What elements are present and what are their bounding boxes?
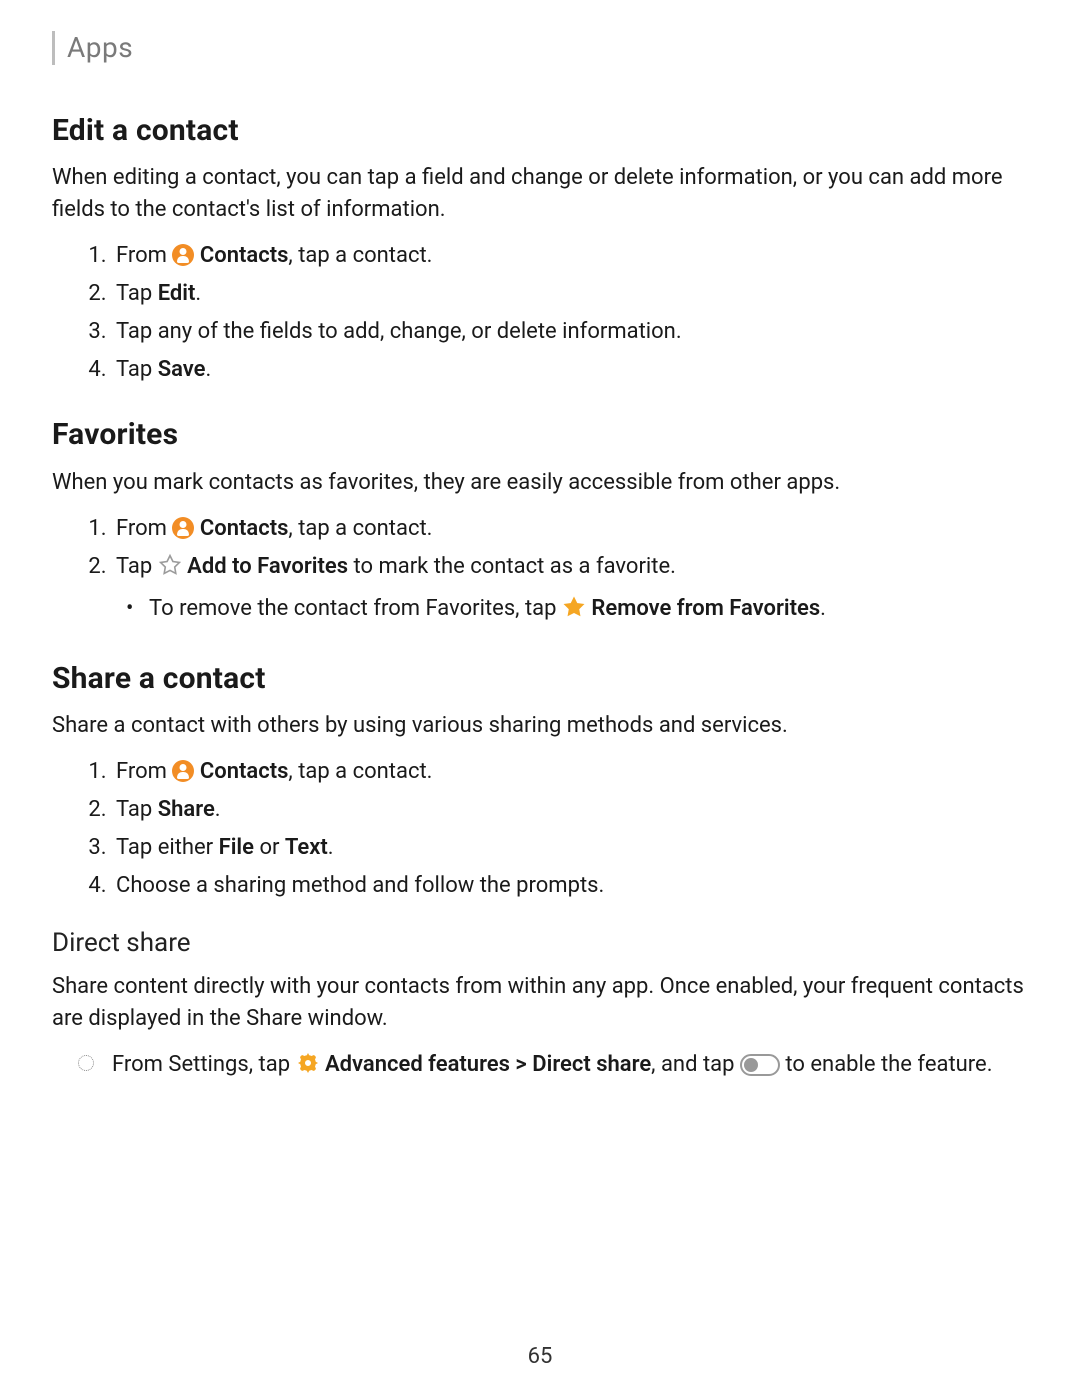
step-bold: Contacts — [200, 516, 289, 541]
direct-share-steps: From Settings, tap Advanced features > D… — [52, 1049, 1028, 1085]
step-text: . — [206, 357, 212, 382]
step-text: , tap a contact. — [288, 243, 432, 268]
step-bold: Share — [158, 797, 215, 822]
edit-contact-intro: When editing a contact, you can tap a fi… — [52, 162, 1028, 226]
step-text: Tap — [116, 357, 158, 382]
page-number: 65 — [0, 1341, 1080, 1373]
step-bold: Remove from Favorites — [591, 596, 820, 621]
step-text: From — [116, 516, 172, 541]
step-text: . — [328, 835, 334, 860]
step-bold: Advanced features — [325, 1052, 510, 1077]
list-item: Tap either File or Text. — [112, 832, 1028, 864]
step-text: , and tap — [651, 1052, 740, 1077]
heading-share-contact: Share a contact — [52, 657, 1028, 701]
step-sep: > — [510, 1052, 532, 1077]
toggle-off-icon — [740, 1054, 780, 1076]
star-filled-icon — [562, 595, 586, 629]
list-item: From Contacts, tap a contact. — [112, 513, 1028, 545]
list-item: To remove the contact from Favorites, ta… — [144, 593, 1028, 629]
list-item: Tap Share. — [112, 794, 1028, 826]
favorites-steps: From Contacts, tap a contact. Tap Add to… — [52, 513, 1028, 629]
step-bold: Edit — [158, 281, 196, 306]
step-text: Tap — [116, 797, 158, 822]
heading-edit-contact: Edit a contact — [52, 109, 1028, 153]
step-text: To remove the contact from Favorites, ta… — [149, 596, 562, 621]
favorites-substeps: To remove the contact from Favorites, ta… — [116, 593, 1028, 629]
step-text: . — [195, 281, 201, 306]
step-text: Tap — [116, 554, 158, 579]
step-bold: File — [219, 835, 254, 860]
step-text: Tap any of the fields to add, change, or… — [116, 319, 682, 344]
breadcrumb-accent-bar — [52, 31, 55, 65]
contacts-icon — [172, 517, 194, 539]
step-text: to enable the feature. — [785, 1052, 992, 1077]
step-bold: Text — [285, 835, 328, 860]
step-text: Tap — [116, 281, 158, 306]
step-text: , tap a contact. — [288, 516, 432, 541]
step-text: Tap either — [116, 835, 219, 860]
list-item: Tap any of the fields to add, change, or… — [112, 316, 1028, 348]
step-bold: Direct share — [532, 1052, 651, 1077]
breadcrumb: Apps — [52, 28, 1028, 69]
step-text: . — [820, 596, 826, 621]
manual-page: Apps Edit a contact When editing a conta… — [0, 0, 1080, 1397]
list-item: Tap Add to Favorites to mark the contact… — [112, 551, 1028, 629]
list-item: From Settings, tap Advanced features > D… — [112, 1049, 1028, 1085]
step-text: or — [254, 835, 285, 860]
list-item: From Contacts, tap a contact. — [112, 240, 1028, 272]
step-text: Choose a sharing method and follow the p… — [116, 873, 604, 898]
dotted-circle-bullet-icon — [78, 1055, 94, 1071]
list-item: From Contacts, tap a contact. — [112, 756, 1028, 788]
step-text: , tap a contact. — [288, 759, 432, 784]
direct-share-intro: Share content directly with your contact… — [52, 971, 1028, 1035]
share-intro: Share a contact with others by using var… — [52, 710, 1028, 742]
step-bold: Add to Favorites — [187, 554, 348, 579]
favorites-intro: When you mark contacts as favorites, the… — [52, 467, 1028, 499]
contacts-icon — [172, 244, 194, 266]
breadcrumb-label: Apps — [67, 28, 133, 69]
step-text: . — [215, 797, 221, 822]
heading-direct-share: Direct share — [52, 925, 1028, 963]
step-text: From — [116, 759, 172, 784]
step-text: From Settings, tap — [112, 1052, 296, 1077]
step-text: From — [116, 243, 172, 268]
advanced-features-icon — [296, 1051, 320, 1085]
contacts-icon — [172, 760, 194, 782]
list-item: Choose a sharing method and follow the p… — [112, 870, 1028, 902]
step-bold: Contacts — [200, 759, 289, 784]
list-item: Tap Edit. — [112, 278, 1028, 310]
heading-favorites: Favorites — [52, 413, 1028, 457]
step-text: to mark the contact as a favorite. — [348, 554, 676, 579]
star-outline-icon — [158, 553, 182, 587]
edit-contact-steps: From Contacts, tap a contact. Tap Edit. … — [52, 240, 1028, 386]
step-bold: Save — [158, 357, 206, 382]
list-item: Tap Save. — [112, 354, 1028, 386]
share-steps: From Contacts, tap a contact. Tap Share.… — [52, 756, 1028, 902]
step-bold: Contacts — [200, 243, 289, 268]
